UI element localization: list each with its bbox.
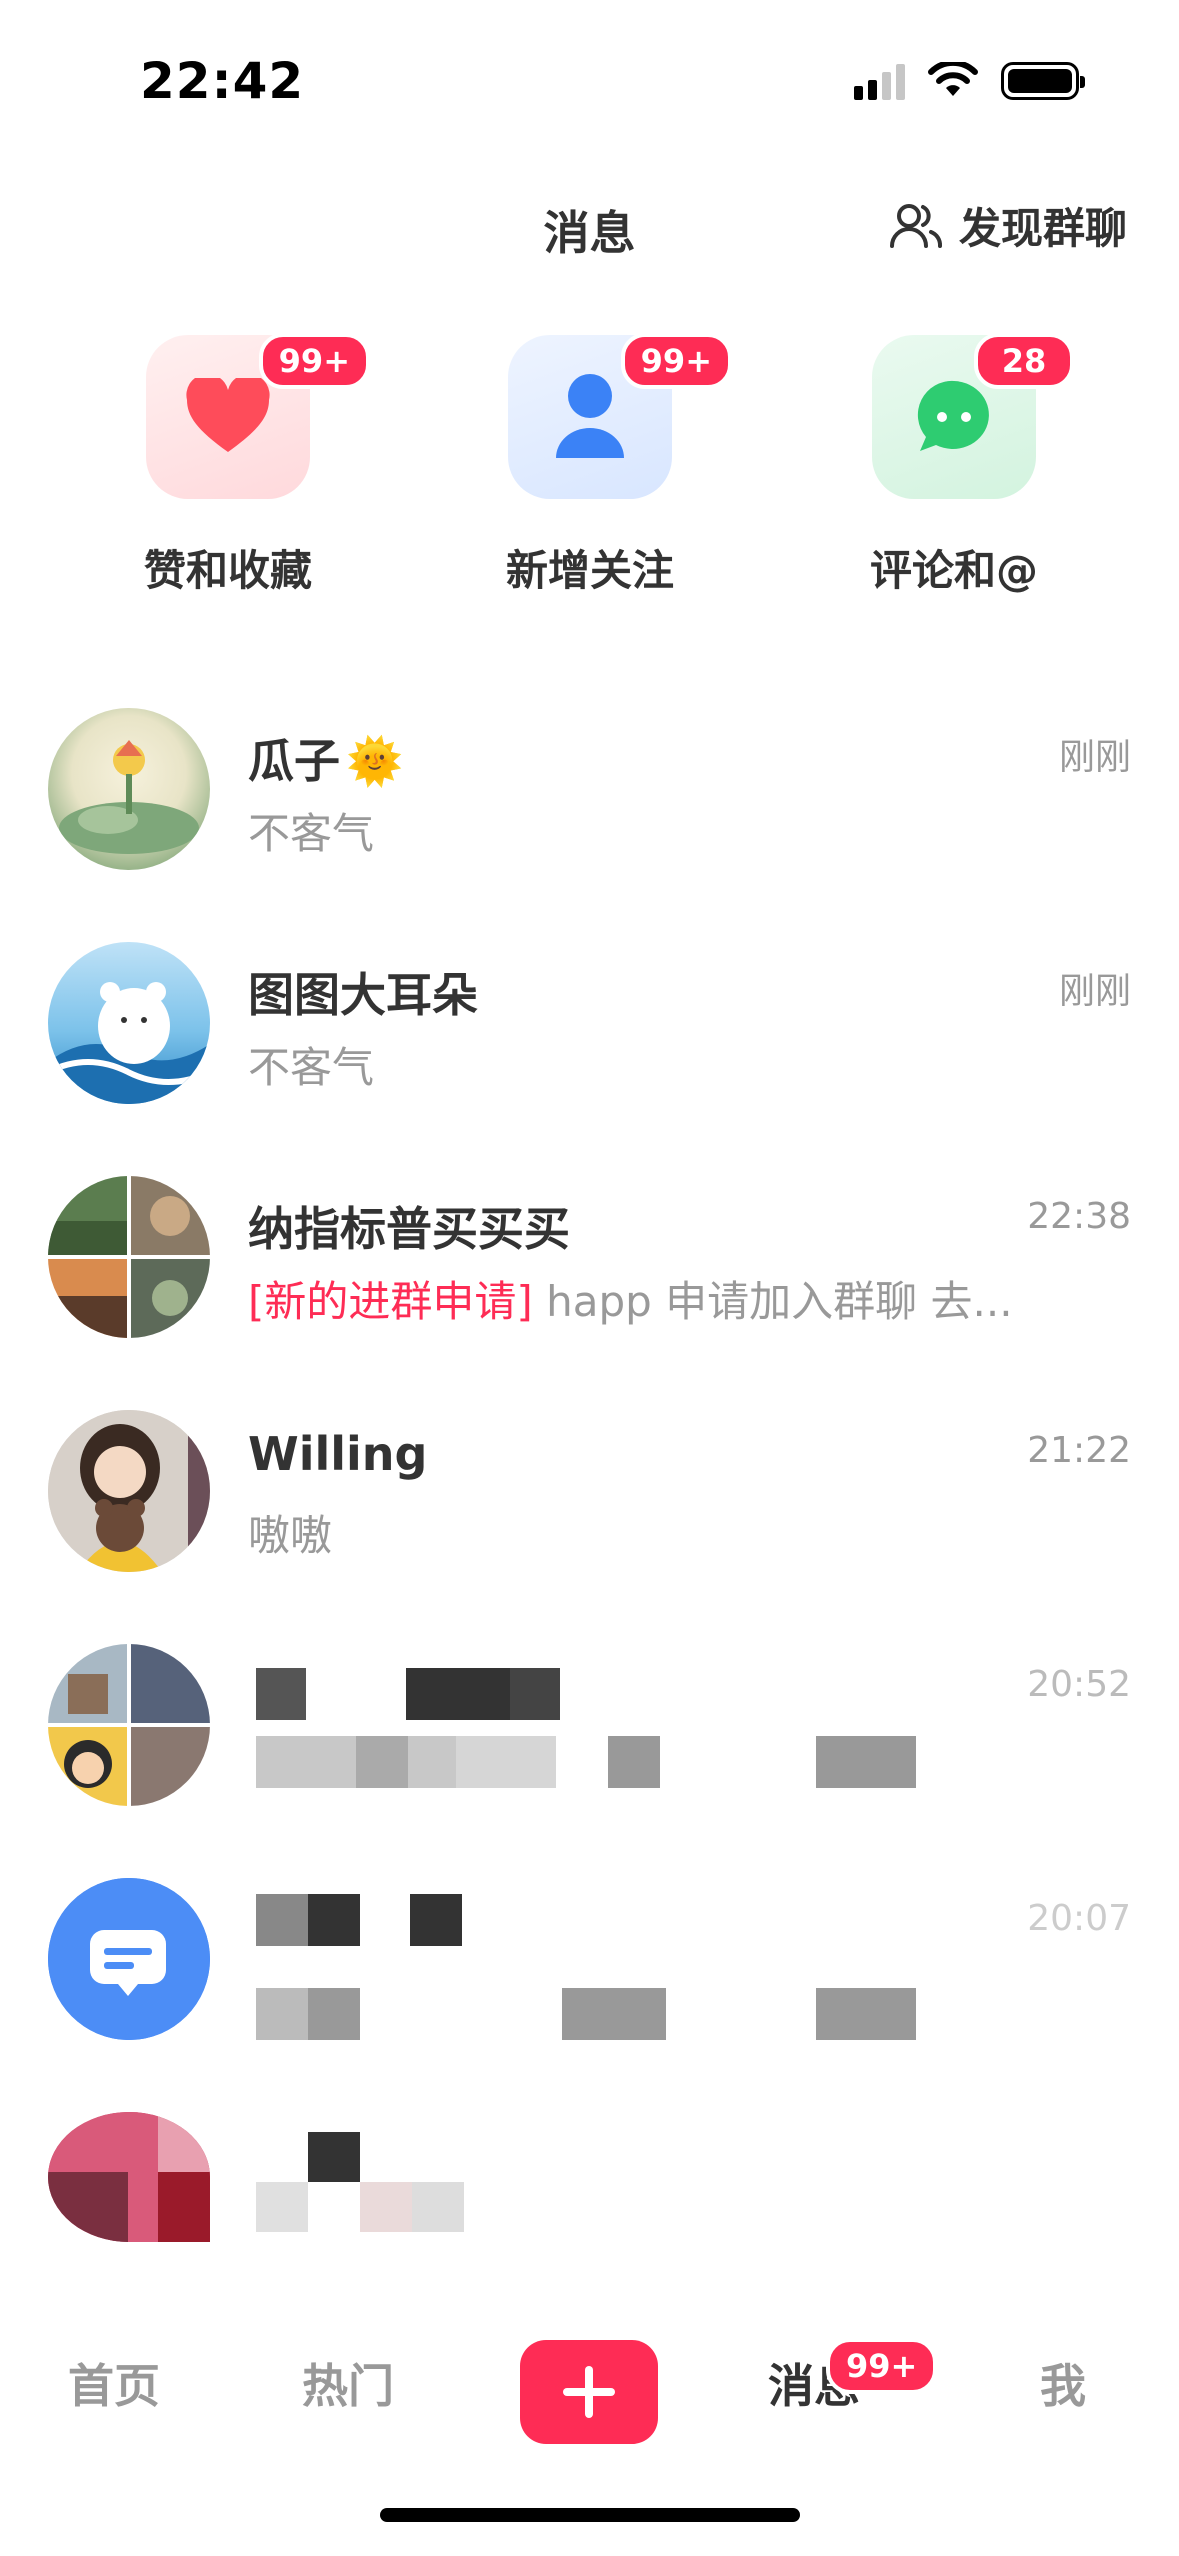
chat-time: 22:38 bbox=[1027, 1196, 1131, 1237]
shortcut-label: 赞和收藏 bbox=[143, 546, 312, 595]
wifi-icon bbox=[928, 62, 978, 96]
status-time: 22:42 bbox=[140, 52, 305, 110]
badge: 28 bbox=[974, 333, 1074, 389]
status-icons bbox=[854, 62, 1085, 100]
chat-item-redacted[interactable] bbox=[0, 2104, 1179, 2304]
chat-item[interactable]: 图图大耳朵 不客气 刚刚 bbox=[0, 934, 1179, 1134]
redacted-preview bbox=[256, 1736, 916, 1788]
redacted-name bbox=[256, 2132, 466, 2232]
sun-emoji-icon: 🌞 bbox=[346, 734, 404, 788]
nav-home[interactable]: 首页 bbox=[68, 2350, 160, 2416]
create-post-button[interactable] bbox=[520, 2340, 658, 2444]
avatar bbox=[48, 1644, 210, 1806]
chat-time: 20:07 bbox=[1027, 1898, 1131, 1939]
chat-item-redacted[interactable]: 20:07 bbox=[0, 1870, 1179, 2070]
chat-preview: 不客气 bbox=[248, 809, 375, 858]
bottom-nav: 首页 热门 消息 99+ 我 bbox=[0, 2320, 1179, 2460]
redacted-name bbox=[256, 1668, 560, 1720]
chat-time: 刚刚 bbox=[1058, 737, 1131, 778]
redacted-name bbox=[256, 1894, 466, 1946]
group-avatar bbox=[48, 1176, 210, 1338]
redacted-preview bbox=[256, 1988, 916, 2040]
chat-item[interactable]: Willing 嗷嗷 21:22 bbox=[0, 1402, 1179, 1602]
shortcut-comments-mentions[interactable]: 28 评论和@ bbox=[834, 333, 1074, 598]
chat-name: 纳指标普买买买 bbox=[248, 1202, 570, 1256]
chat-preview: 不客气 bbox=[248, 1043, 375, 1092]
shortcut-row: 99+ 赞和收藏 99+ 新增关注 28 评论和@ bbox=[0, 333, 1179, 598]
people-icon bbox=[889, 203, 942, 248]
chat-time: 刚刚 bbox=[1058, 971, 1131, 1012]
shortcut-new-followers[interactable]: 99+ 新增关注 bbox=[470, 333, 732, 598]
messages-badge: 99+ bbox=[826, 2338, 938, 2394]
discover-label: 发现群聊 bbox=[958, 204, 1127, 253]
shortcut-label: 新增关注 bbox=[505, 546, 674, 595]
chat-name: 图图大耳朵 bbox=[248, 968, 478, 1022]
chat-bubble-icon bbox=[917, 380, 989, 451]
avatar bbox=[48, 2112, 210, 2242]
chat-preview: [新的进群申请] happ 申请加入群聊 去... bbox=[248, 1277, 1013, 1326]
avatar bbox=[48, 708, 210, 870]
chat-preview: 嗷嗷 bbox=[248, 1511, 333, 1560]
discover-group-chat-button[interactable]: 发现群聊 bbox=[889, 195, 1127, 256]
battery-icon bbox=[1001, 62, 1085, 100]
chat-item[interactable]: 瓜子 🌞 不客气 刚刚 bbox=[0, 700, 1179, 900]
new-join-request-tag: [新的进群申请] bbox=[248, 1277, 533, 1326]
nav-trending[interactable]: 热门 bbox=[302, 2350, 394, 2416]
shortcut-label: 评论和@ bbox=[869, 546, 1038, 595]
shortcut-likes-favorites[interactable]: 99+ 赞和收藏 bbox=[108, 333, 370, 598]
chat-name: Willing bbox=[248, 1427, 428, 1481]
chat-time: 20:52 bbox=[1027, 1664, 1131, 1705]
nav-me[interactable]: 我 bbox=[1040, 2350, 1086, 2416]
plus-icon bbox=[563, 2366, 615, 2418]
status-bar: 22:42 bbox=[0, 0, 1179, 170]
badge: 99+ bbox=[258, 333, 370, 389]
badge: 99+ bbox=[620, 333, 732, 389]
home-indicator bbox=[380, 2508, 800, 2522]
chat-time: 21:22 bbox=[1027, 1430, 1131, 1471]
avatar bbox=[48, 942, 210, 1104]
chat-item-group[interactable]: 纳指标普买买买 [新的进群申请] happ 申请加入群聊 去... 22:38 bbox=[0, 1168, 1179, 1368]
avatar bbox=[48, 1878, 210, 2040]
header: 消息 发现群聊 bbox=[0, 185, 1179, 265]
avatar bbox=[48, 1410, 210, 1572]
chat-item-redacted[interactable]: 20:52 bbox=[0, 1636, 1179, 1836]
chat-name: 瓜子 🌞 bbox=[248, 734, 404, 788]
heart-icon bbox=[186, 378, 270, 452]
cellular-signal-icon bbox=[854, 62, 905, 100]
person-icon bbox=[556, 374, 624, 458]
